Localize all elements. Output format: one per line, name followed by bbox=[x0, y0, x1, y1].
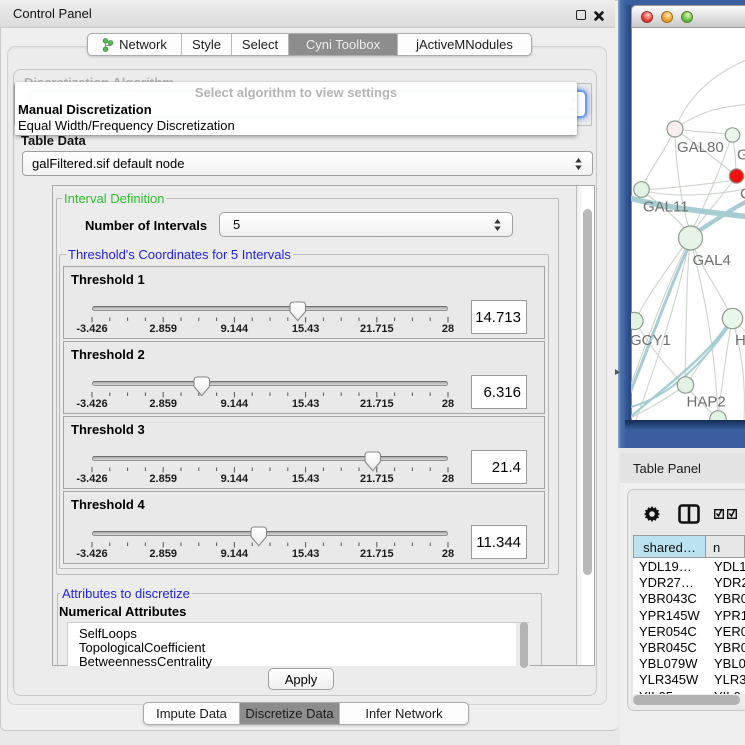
svg-text:HAP2: HAP2 bbox=[687, 394, 726, 411]
svg-text:GA: GA bbox=[737, 147, 745, 164]
svg-text:C: C bbox=[740, 186, 745, 203]
svg-text:GAL4: GAL4 bbox=[693, 252, 731, 269]
svg-text:GAL11: GAL11 bbox=[643, 199, 689, 216]
svg-text:GCY1: GCY1 bbox=[631, 332, 671, 349]
svg-text:H: H bbox=[735, 332, 745, 349]
svg-text:GAL80: GAL80 bbox=[677, 139, 724, 156]
